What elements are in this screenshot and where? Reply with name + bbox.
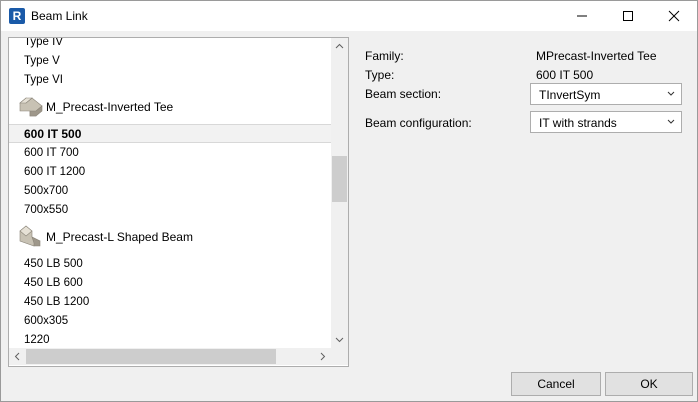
- list-item[interactable]: 600 IT 1200: [9, 163, 331, 182]
- beam-section-label: Beam section:: [365, 87, 442, 101]
- scroll-down-arrow[interactable]: [331, 331, 348, 348]
- window-title: Beam Link: [31, 9, 88, 23]
- list-item[interactable]: 600 IT 700: [9, 144, 331, 163]
- list-item[interactable]: Type VI: [9, 71, 331, 90]
- family-label: Family:: [365, 49, 404, 63]
- title-bar: R Beam Link: [1, 1, 697, 31]
- list-content: Type IV Type V Type VI M_Precast-Inverte…: [9, 38, 331, 348]
- beam-section-dropdown[interactable]: TInvertSym: [530, 83, 682, 105]
- chevron-down-icon: [667, 119, 675, 124]
- type-label: Type:: [365, 68, 395, 82]
- beam-link-dialog: R Beam Link Type IV Type V Type VI M_Pre…: [0, 0, 698, 402]
- list-item[interactable]: 500x700: [9, 182, 331, 201]
- beam-configuration-label: Beam configuration:: [365, 116, 472, 130]
- scroll-corner: [331, 348, 348, 365]
- beam-section-value: TInvertSym: [539, 88, 601, 102]
- beam-configuration-value: IT with strands: [539, 116, 617, 130]
- list-item-selected[interactable]: 600 IT 500: [9, 124, 331, 143]
- family-header-l-shaped[interactable]: M_Precast-L Shaped Beam: [9, 225, 331, 251]
- list-item[interactable]: Type IV: [9, 38, 331, 52]
- revit-app-icon: R: [9, 8, 25, 24]
- cancel-button[interactable]: Cancel: [511, 372, 601, 396]
- maximize-icon: [623, 11, 633, 21]
- precast-beam-icon: [19, 97, 43, 117]
- list-item[interactable]: 450 LB 600: [9, 274, 331, 293]
- horizontal-scrollbar[interactable]: [9, 348, 331, 365]
- scroll-right-arrow[interactable]: [314, 348, 331, 365]
- maximize-button[interactable]: [605, 1, 651, 31]
- list-item[interactable]: 600x305: [9, 312, 331, 331]
- vertical-scroll-thumb[interactable]: [332, 156, 347, 202]
- list-item[interactable]: 1220: [9, 331, 331, 348]
- close-icon: [668, 10, 680, 22]
- list-item[interactable]: 450 LB 1200: [9, 293, 331, 312]
- precast-beam-icon: [19, 225, 41, 247]
- scroll-up-arrow[interactable]: [331, 38, 348, 55]
- chevron-right-icon: [320, 352, 326, 361]
- chevron-left-icon: [14, 352, 20, 361]
- horizontal-scroll-thumb[interactable]: [26, 349, 276, 364]
- list-item[interactable]: 450 LB 500: [9, 255, 331, 274]
- list-item[interactable]: Type V: [9, 52, 331, 71]
- chevron-down-icon: [667, 91, 675, 96]
- beam-configuration-dropdown[interactable]: IT with strands: [530, 111, 682, 133]
- family-label: M_Precast-L Shaped Beam: [46, 230, 193, 244]
- minimize-button[interactable]: [559, 1, 605, 31]
- type-value: 600 IT 500: [536, 68, 594, 82]
- chevron-up-icon: [335, 43, 344, 49]
- list-item[interactable]: 700x550: [9, 201, 331, 220]
- vertical-scrollbar[interactable]: [331, 38, 348, 348]
- ok-button[interactable]: OK: [605, 372, 693, 396]
- minimize-icon: [577, 15, 587, 17]
- chevron-down-icon: [335, 337, 344, 343]
- family-value: MPrecast-Inverted Tee: [536, 49, 657, 63]
- family-header-inverted-tee[interactable]: M_Precast-Inverted Tee: [9, 95, 331, 121]
- close-button[interactable]: [651, 1, 697, 31]
- beam-type-list[interactable]: Type IV Type V Type VI M_Precast-Inverte…: [8, 37, 349, 367]
- family-label: M_Precast-Inverted Tee: [46, 100, 174, 114]
- scroll-left-arrow[interactable]: [9, 348, 26, 365]
